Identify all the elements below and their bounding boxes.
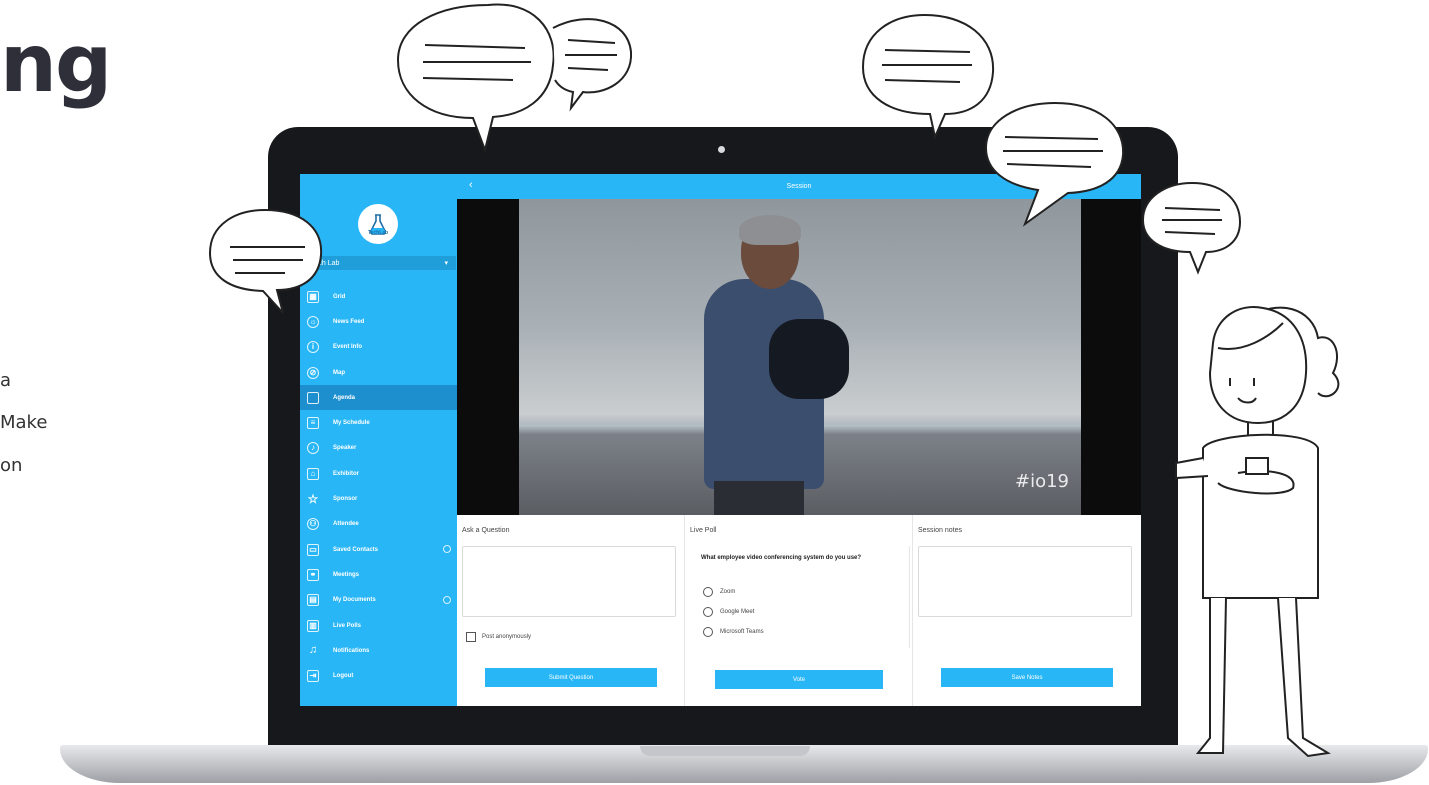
event-logo[interactable]: TechLab — [358, 204, 398, 244]
speech-bubble-icon — [861, 13, 995, 141]
saved-contacts-badge — [443, 544, 451, 553]
save-notes-button[interactable]: Save Notes — [941, 668, 1113, 687]
sidebar-item-label: Logout — [333, 673, 354, 680]
sidebar-item-label: Exhibitor — [333, 470, 360, 477]
hero-paragraph-line-3: on — [0, 455, 23, 476]
sidebar-item-meetings[interactable]: ⚭ Meetings — [300, 562, 457, 587]
schedule-icon: ≡ — [307, 417, 319, 430]
session-notes-textarea[interactable] — [918, 546, 1132, 617]
sidebar-nav: ▦ Grid ☼ News Feed i Event Info ⊘ Map Ag… — [300, 284, 457, 689]
poll-option-zoom[interactable]: Zoom — [703, 587, 735, 597]
radio-button[interactable] — [703, 587, 713, 597]
vote-button[interactable]: Vote — [715, 670, 883, 689]
video-hashtag: #io19 — [1015, 471, 1069, 492]
submit-question-button[interactable]: Submit Question — [485, 668, 657, 687]
sidebar-item-saved-contacts[interactable]: ▭ Saved Contacts — [300, 537, 457, 562]
speech-bubble-icon — [208, 208, 323, 314]
anonymous-option[interactable]: Post anonymously — [466, 632, 531, 642]
poll-option-google-meet[interactable]: Google Meet — [703, 607, 754, 617]
info-icon: i — [307, 341, 319, 354]
sidebar-item-agenda[interactable]: Agenda — [300, 385, 457, 411]
sidebar-item-label: Event Info — [333, 344, 363, 351]
sidebar-item-label: Meetings — [333, 571, 360, 578]
sidebar-item-exhibitor[interactable]: ⌂ Exhibitor — [300, 461, 457, 486]
sidebar-item-attendee[interactable]: ⚇ Attendee — [300, 512, 457, 537]
speech-bubble-icon — [984, 101, 1125, 227]
sidebar-item-label: Speaker — [333, 445, 357, 452]
sidebar-item-label: Agenda — [333, 394, 356, 401]
sidebar-item-label: Saved Contacts — [333, 546, 379, 553]
sidebar-item-notifications[interactable]: ♫ Notifications — [300, 638, 457, 663]
logo-text: TechLab — [367, 230, 389, 236]
chevron-down-icon: ▾ — [444, 260, 448, 267]
anonymous-label: Post anonymously — [482, 634, 532, 640]
speaker-hair — [739, 215, 801, 245]
star-icon: ☆ — [307, 492, 319, 507]
sidebar-item-my-schedule[interactable]: ≡ My Schedule — [300, 410, 457, 435]
live-poll-title: Live Poll — [690, 527, 717, 534]
sidebar-item-map[interactable]: ⊘ Map — [300, 360, 457, 385]
attendee-illustration-icon — [1175, 306, 1340, 758]
poll-option-microsoft-teams[interactable]: Microsoft Teams — [703, 627, 764, 637]
radio-button[interactable] — [703, 607, 713, 617]
map-icon: ⊘ — [307, 366, 319, 379]
contact-card-icon: ▭ — [307, 543, 319, 556]
sidebar-item-label: Grid — [333, 293, 346, 300]
video-player[interactable]: #io19 — [457, 199, 1141, 515]
sidebar-item-logout[interactable]: ⇥ Logout — [300, 663, 457, 688]
poll-icon: ▥ — [307, 619, 319, 632]
laptop-camera — [718, 146, 725, 153]
hero-heading: ng — [0, 17, 112, 110]
speaker-arms — [769, 319, 849, 399]
sidebar-item-live-polls[interactable]: ▥ Live Polls — [300, 613, 457, 638]
hero-paragraph-line-1: a — [0, 370, 12, 391]
exhibitor-icon: ⌂ — [307, 467, 319, 480]
speech-bubble-icon — [396, 3, 633, 154]
sidebar-item-my-documents[interactable]: ▤ My Documents — [300, 588, 457, 613]
folder-icon: ▤ — [307, 594, 319, 607]
question-textarea[interactable] — [462, 546, 676, 617]
video-frame: #io19 — [519, 199, 1081, 515]
sidebar-item-label: Sponsor — [333, 496, 358, 503]
session-notes-title: Session notes — [918, 527, 962, 534]
sidebar-item-event-info[interactable]: i Event Info — [300, 335, 457, 360]
sidebar-item-label: Live Polls — [333, 622, 362, 629]
sidebar-item-speaker[interactable]: ♪ Speaker — [300, 436, 457, 461]
anonymous-checkbox[interactable] — [466, 632, 476, 642]
radio-button[interactable] — [703, 627, 713, 637]
person-icon: ⚇ — [307, 518, 319, 531]
sidebar-item-label: My Documents — [333, 597, 376, 604]
hero-paragraph-line-2: Make — [0, 412, 48, 433]
logout-icon: ⇥ — [307, 670, 319, 683]
sidebar-item-label: Map — [333, 369, 345, 376]
speaker-legs — [714, 481, 804, 515]
poll-option-label: Zoom — [720, 589, 736, 595]
ask-question-title: Ask a Question — [462, 527, 510, 534]
microphone-icon: ♪ — [307, 442, 319, 455]
sidebar-item-sponsor[interactable]: ☆ Sponsor — [300, 486, 457, 511]
live-poll-panel: Live Poll What employee video conferenci… — [685, 515, 913, 706]
my-documents-badge — [443, 595, 451, 604]
speech-bubble-icon — [1141, 181, 1242, 275]
poll-option-label: Google Meet — [720, 609, 755, 615]
session-notes-panel: Session notes Save Notes — [913, 515, 1141, 706]
calendar-icon — [307, 391, 319, 404]
ask-question-panel: Ask a Question Post anonymously Submit Q… — [457, 515, 685, 706]
poll-question: What employee video conferencing system … — [701, 555, 862, 561]
laptop-notch — [640, 746, 810, 756]
bell-icon: ♫ — [308, 644, 318, 657]
sidebar-item-label: Attendee — [333, 521, 359, 528]
app-screen: TechLab Tech Lab ▾ ▦ Grid ☼ News Feed i … — [300, 174, 1141, 706]
poll-option-label: Microsoft Teams — [720, 629, 764, 635]
sidebar-item-label: My Schedule — [333, 420, 370, 427]
meetings-icon: ⚭ — [307, 568, 319, 581]
sidebar-item-label: Notifications — [333, 647, 370, 654]
sidebar-item-label: News Feed — [333, 318, 365, 325]
